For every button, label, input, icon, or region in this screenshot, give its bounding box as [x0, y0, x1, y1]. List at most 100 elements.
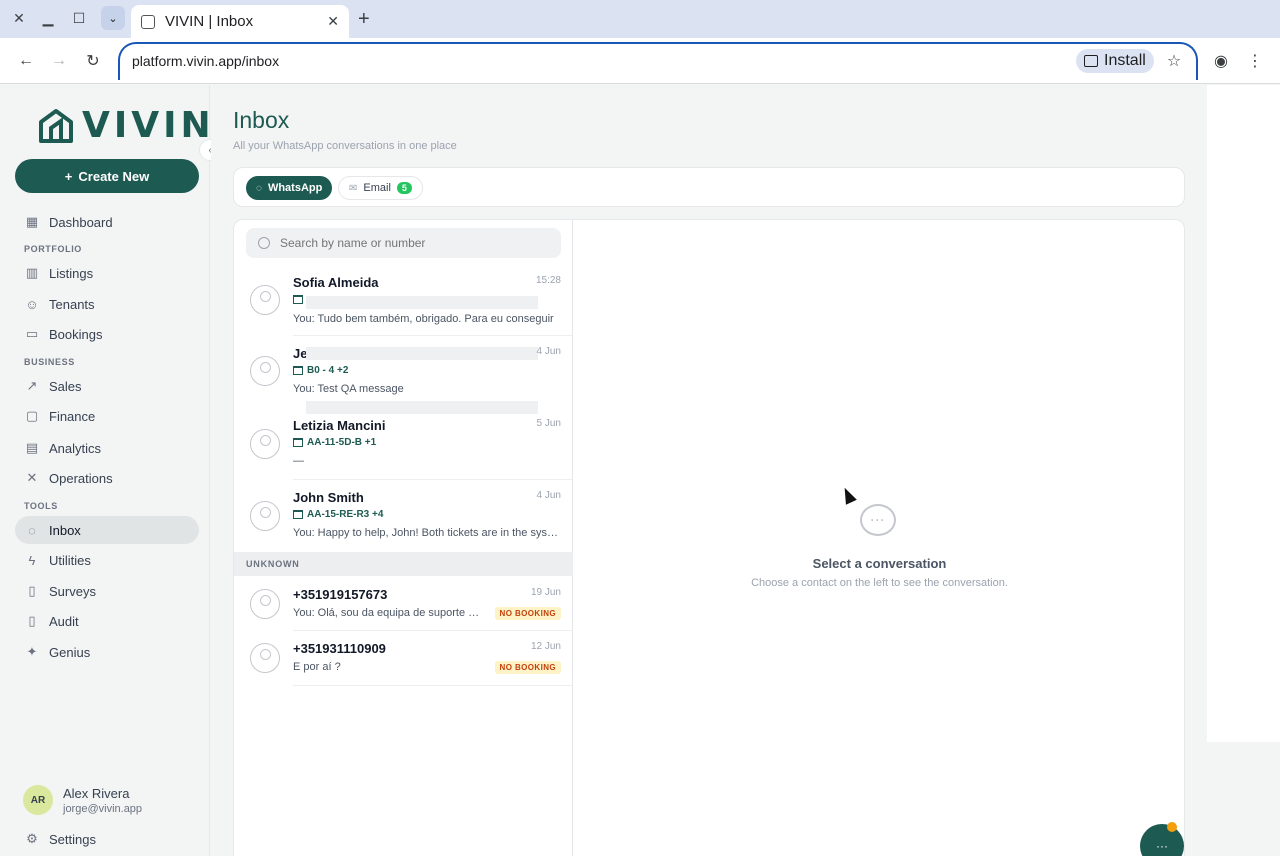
tab-favicon-icon: [141, 14, 155, 29]
reload-icon[interactable]: ↻: [82, 50, 104, 72]
inbox-panel: Sofia Almeida 15:28 You: Tudo bem também…: [233, 219, 1185, 856]
search-box[interactable]: [246, 228, 561, 258]
sidebar-item-finance[interactable]: ▢ Finance: [15, 402, 199, 430]
create-new-label: Create New: [78, 168, 150, 184]
gear-icon: ⚙: [26, 831, 38, 846]
list-item[interactable]: Letizia Mancini 5 Jun AA-11-5D-B +1 —: [234, 408, 573, 480]
building-icon: [293, 438, 303, 447]
user-profile[interactable]: AR Alex Rivera jorge@vivin.app: [23, 785, 142, 815]
user-email: jorge@vivin.app: [63, 802, 143, 815]
sidebar-item-label: Sales: [49, 378, 82, 394]
install-button[interactable]: Install: [1076, 49, 1154, 73]
chat-bubble-icon: ···: [1156, 839, 1168, 853]
plus-icon: +: [64, 168, 73, 184]
unknown-section-header: UNKNOWN: [234, 552, 573, 576]
close-window-icon[interactable]: ✕: [7, 6, 31, 30]
sidebar-item-inbox[interactable]: ◌ Inbox: [15, 516, 199, 544]
bookmark-star-icon[interactable]: ☆: [1163, 50, 1185, 72]
no-booking-badge: NO BOOKING: [494, 607, 561, 620]
page-title: Inbox: [233, 107, 290, 133]
empty-state-title: Select a conversation: [812, 556, 947, 571]
sidebar-item-label: Analytics: [49, 440, 102, 456]
last-message: You: Happy to help, John! Both tickets a…: [293, 527, 561, 539]
list-item[interactable]: Je 4 Jun B0 - 4 +2 You: Test QA message: [234, 336, 573, 414]
user-name: Alex Rivera: [63, 785, 130, 801]
section-label-business: BUSINESS: [24, 357, 75, 367]
logo-house-icon: [39, 108, 73, 143]
list-item[interactable]: Sofia Almeida 15:28 You: Tudo bem também…: [234, 264, 573, 336]
create-new-button[interactable]: + Create New: [15, 159, 199, 193]
sidebar-item-surveys[interactable]: ▯ Surveys: [15, 577, 199, 605]
contact-name: Letizia Mancini: [293, 418, 386, 433]
sidebar-item-dashboard[interactable]: ▦ Dashboard: [15, 208, 199, 236]
grid-icon: ▦: [25, 214, 39, 229]
sidebar-item-sales[interactable]: ↗ Sales: [15, 372, 199, 400]
contact-avatar-icon: [250, 285, 280, 315]
sidebar-item-listings[interactable]: ▥ Listings: [15, 259, 199, 287]
sidebar-item-label: Surveys: [49, 583, 96, 599]
conversation-date: 5 Jun: [536, 418, 561, 429]
conversation-date: 4 Jun: [536, 490, 561, 501]
notification-dot: [1167, 822, 1177, 832]
avatar: AR: [23, 785, 53, 815]
sidebar-item-settings[interactable]: ⚙ Settings: [15, 825, 199, 853]
minimize-window-icon[interactable]: ▁: [36, 6, 60, 30]
chat-bubble-icon: ···: [860, 504, 896, 536]
list-item[interactable]: John Smith 4 Jun AA-15-RE-R3 +4 You: Hap…: [234, 480, 573, 552]
tab-whatsapp[interactable]: ◌ WhatsApp: [246, 176, 333, 200]
maximize-window-icon[interactable]: ☐: [67, 6, 91, 30]
conversation-date: 12 Jun: [530, 641, 561, 652]
browser-tab[interactable]: VIVIN | Inbox ✕: [131, 5, 349, 38]
tab-close-icon[interactable]: ✕: [327, 13, 339, 30]
trend-up-icon: ↗: [26, 378, 38, 393]
sidebar-item-operations[interactable]: ✕ Operations: [15, 464, 199, 492]
users-icon: ☺: [25, 296, 39, 312]
sidebar-item-audit[interactable]: ▯ Audit: [15, 607, 199, 635]
vivin-logo[interactable]: VIVIN: [38, 105, 215, 146]
browser-toolbar: ← → ↻ platform.vivin.app/inbox Install ☆…: [0, 38, 1280, 84]
last-message: —: [293, 455, 304, 467]
sidebar-item-bookings[interactable]: ▭ Bookings: [15, 320, 199, 348]
lightning-icon: ϟ: [28, 552, 36, 568]
install-icon: [1084, 55, 1098, 67]
browser-titlebar: ✕ ▁ ☐ ⌄ VIVIN | Inbox ✕ +: [0, 0, 1280, 38]
install-label: Install: [1104, 52, 1146, 69]
list-item[interactable]: +351919157673 19 Jun You: Olá, sou da eq…: [234, 576, 573, 631]
contact-name: John Smith: [293, 490, 364, 505]
building-icon: [293, 510, 303, 519]
tab-search-chevron-icon[interactable]: ⌄: [101, 6, 125, 30]
search-input[interactable]: [280, 236, 550, 250]
page-subtitle: All your WhatsApp conversations in one p…: [233, 140, 457, 152]
sidebar-item-genius[interactable]: ✦ Genius: [15, 638, 199, 666]
sidebar-item-tenants[interactable]: ☺ Tenants: [15, 290, 199, 318]
listing-tag: [293, 295, 307, 304]
envelope-icon: ✉: [349, 182, 358, 194]
new-tab-icon[interactable]: +: [358, 8, 370, 31]
profile-icon[interactable]: ◉: [1210, 50, 1232, 72]
chat-bubble-icon: ◌: [28, 522, 36, 538]
menu-kebab-icon[interactable]: ⋮: [1244, 50, 1266, 72]
url-text[interactable]: platform.vivin.app/inbox: [132, 53, 279, 69]
list-item[interactable]: +351931110909 12 Jun E por aí ? NO BOOKI…: [234, 631, 573, 686]
search-icon: [258, 237, 270, 249]
contact-avatar-icon: [250, 643, 280, 673]
contact-avatar-icon: [250, 501, 280, 531]
tools-icon: ✕: [26, 470, 38, 485]
logo-text: VIVIN: [82, 105, 215, 146]
redacted-area: [306, 347, 538, 360]
sidebar-item-utilities[interactable]: ϟ Utilities: [15, 546, 199, 574]
back-icon[interactable]: ←: [15, 50, 37, 72]
section-label-portfolio: PORTFOLIO: [24, 244, 82, 254]
sidebar-item-label: Utilities: [49, 552, 91, 568]
listing-tag: AA-15-RE-R3 +4: [293, 509, 383, 520]
tab-email[interactable]: ✉ Email 5: [338, 176, 423, 200]
conversation-empty-state: ··· Select a conversation Choose a conta…: [573, 220, 1184, 856]
contact-phone: +351931110909: [293, 641, 386, 656]
sidebar-item-analytics[interactable]: ▤ Analytics: [15, 434, 199, 462]
listing-tag: AA-11-5D-B +1: [293, 437, 376, 448]
section-label-tools: TOOLS: [24, 501, 58, 511]
forward-icon[interactable]: →: [48, 50, 70, 72]
channel-tabs: ◌ WhatsApp ✉ Email 5: [233, 167, 1185, 207]
row-divider: [293, 685, 573, 686]
address-bar[interactable]: [118, 42, 1198, 80]
